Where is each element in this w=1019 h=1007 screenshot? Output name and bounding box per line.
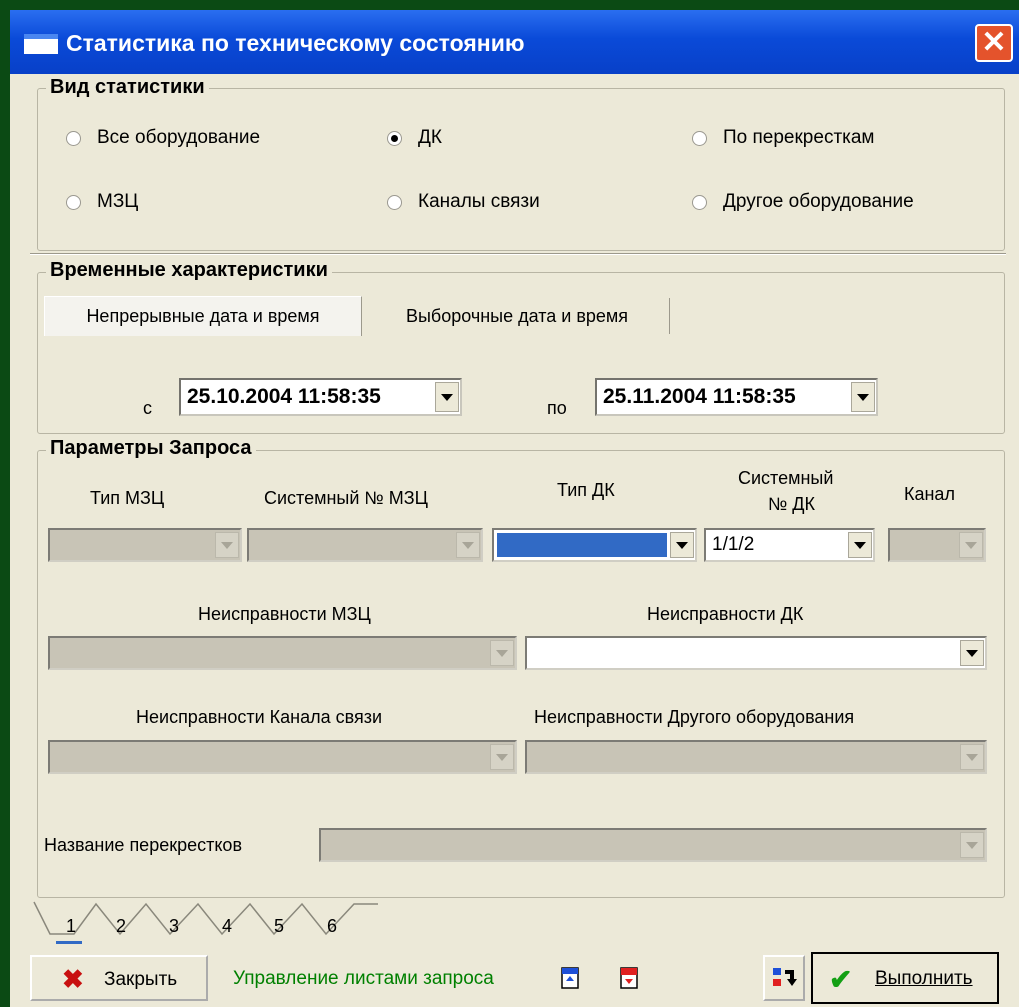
page-tab-3[interactable]: 3	[164, 916, 184, 937]
dropdown-arrow-icon	[490, 640, 514, 666]
page-tab-6[interactable]: 6	[322, 916, 342, 937]
sys-dk-value: 1/1/2	[712, 534, 755, 555]
channel-select[interactable]	[888, 528, 986, 562]
faults-other-select[interactable]	[525, 740, 987, 774]
page-tab-5[interactable]: 5	[269, 916, 289, 937]
radio-label: МЗЦ	[97, 191, 139, 212]
window-title: Статистика по техническому состоянию	[66, 30, 525, 56]
dropdown-arrow-icon[interactable]	[670, 532, 694, 558]
title-bar: Статистика по техническому состоянию ✕	[10, 10, 1019, 74]
from-datetime-picker[interactable]: 25.10.2004 11:58:35	[179, 378, 462, 416]
radio-all-equipment[interactable]: Все оборудование	[66, 125, 260, 151]
radio-label: По перекресткам	[723, 127, 875, 148]
type-mzc-select[interactable]	[48, 528, 242, 562]
active-page-indicator	[56, 941, 82, 944]
radio-circle	[692, 130, 707, 146]
close-button[interactable]: ✖ Закрыть	[30, 955, 208, 1001]
execute-button[interactable]: ✔ Выполнить	[811, 952, 999, 1004]
execute-button-label: Выполнить	[875, 968, 973, 989]
close-button-label: Закрыть	[104, 969, 178, 990]
faults-mzc-select[interactable]	[48, 636, 517, 670]
radio-label: Все оборудование	[97, 127, 261, 148]
stat-type-group	[37, 88, 1005, 251]
radio-dk[interactable]: ДК	[387, 125, 442, 151]
delete-sheet-icon[interactable]	[618, 965, 640, 991]
from-label: с	[143, 398, 152, 418]
radio-circle-selected	[387, 130, 402, 146]
to-datetime-value: 25.11.2004 11:58:35	[603, 385, 796, 408]
dropdown-arrow-icon[interactable]	[960, 640, 984, 666]
radio-circle	[66, 130, 81, 146]
faults-dk-label: Неисправности ДК	[647, 604, 804, 624]
sys-mzc-select[interactable]	[247, 528, 483, 562]
radio-channels[interactable]: Каналы связи	[387, 189, 540, 215]
page-tab-1[interactable]: 1	[61, 916, 81, 937]
close-window-button[interactable]: ✕	[975, 24, 1013, 62]
tab-continuous-datetime[interactable]: Непрерывные дата и время	[44, 296, 362, 336]
sys-dk-select[interactable]: 1/1/2	[704, 528, 875, 562]
dropdown-arrow-icon	[960, 744, 984, 770]
dropdown-arrow-icon	[490, 744, 514, 770]
dropdown-arrow-icon	[959, 532, 983, 558]
type-dk-label: Тип ДК	[557, 480, 615, 500]
sys-dk-label-line2: № ДК	[768, 494, 815, 514]
type-mzc-label: Тип МЗЦ	[90, 488, 165, 508]
swap-sheets-button[interactable]	[763, 955, 805, 1001]
sys-mzc-label: Системный № МЗЦ	[264, 488, 428, 508]
radio-label: ДК	[418, 127, 442, 148]
dropdown-arrow-icon[interactable]	[435, 382, 459, 412]
radio-label: Каналы связи	[418, 191, 540, 212]
tab-selective-datetime[interactable]: Выборочные дата и время	[366, 296, 668, 336]
channel-label: Канал	[904, 484, 955, 504]
faults-channel-select[interactable]	[48, 740, 517, 774]
intersections-select[interactable]	[319, 828, 987, 862]
page-tab-4[interactable]: 4	[217, 916, 237, 937]
radio-by-intersections[interactable]: По перекресткам	[692, 125, 875, 151]
window-icon	[24, 34, 58, 54]
radio-mzc[interactable]: МЗЦ	[66, 189, 138, 215]
faults-mzc-label: Неисправности МЗЦ	[198, 604, 371, 624]
to-label: по	[547, 398, 567, 418]
faults-other-label: Неисправности Другого оборудования	[534, 707, 855, 727]
red-x-icon: ✖	[62, 964, 84, 994]
dropdown-arrow-icon[interactable]	[851, 382, 875, 412]
dropdown-arrow-icon	[456, 532, 480, 558]
from-datetime-value: 25.10.2004 11:58:35	[187, 385, 381, 408]
time-legend: Временные характеристики	[46, 259, 332, 282]
statistics-window: Статистика по техническому состоянию ✕ В…	[10, 10, 1019, 1007]
faults-channel-label: Неисправности Канала связи	[136, 707, 383, 727]
type-dk-selection-highlight	[497, 533, 667, 557]
type-dk-select[interactable]	[492, 528, 697, 562]
dropdown-arrow-icon	[215, 532, 239, 558]
manage-sheets-label: Управление листами запроса	[233, 968, 494, 989]
radio-label: Другое оборудование	[723, 191, 914, 212]
radio-other-equipment[interactable]: Другое оборудование	[692, 189, 914, 215]
add-sheet-icon[interactable]	[559, 965, 581, 991]
dropdown-arrow-icon[interactable]	[848, 532, 872, 558]
radio-circle	[692, 194, 707, 210]
dropdown-arrow-icon	[960, 832, 984, 858]
swap-arrows-icon	[773, 968, 797, 986]
stat-type-legend: Вид статистики	[46, 76, 209, 99]
separator	[30, 253, 1006, 255]
page-tab-2[interactable]: 2	[111, 916, 131, 937]
faults-dk-select[interactable]	[525, 636, 987, 670]
radio-circle	[387, 194, 402, 210]
sys-dk-label-line1: Системный	[738, 468, 834, 488]
tab-divider	[669, 298, 670, 334]
intersections-label: Название перекрестков	[44, 835, 243, 855]
green-check-icon: ✔	[829, 964, 853, 995]
params-legend: Параметры Запроса	[46, 437, 256, 460]
to-datetime-picker[interactable]: 25.11.2004 11:58:35	[595, 378, 878, 416]
radio-circle	[66, 194, 81, 210]
